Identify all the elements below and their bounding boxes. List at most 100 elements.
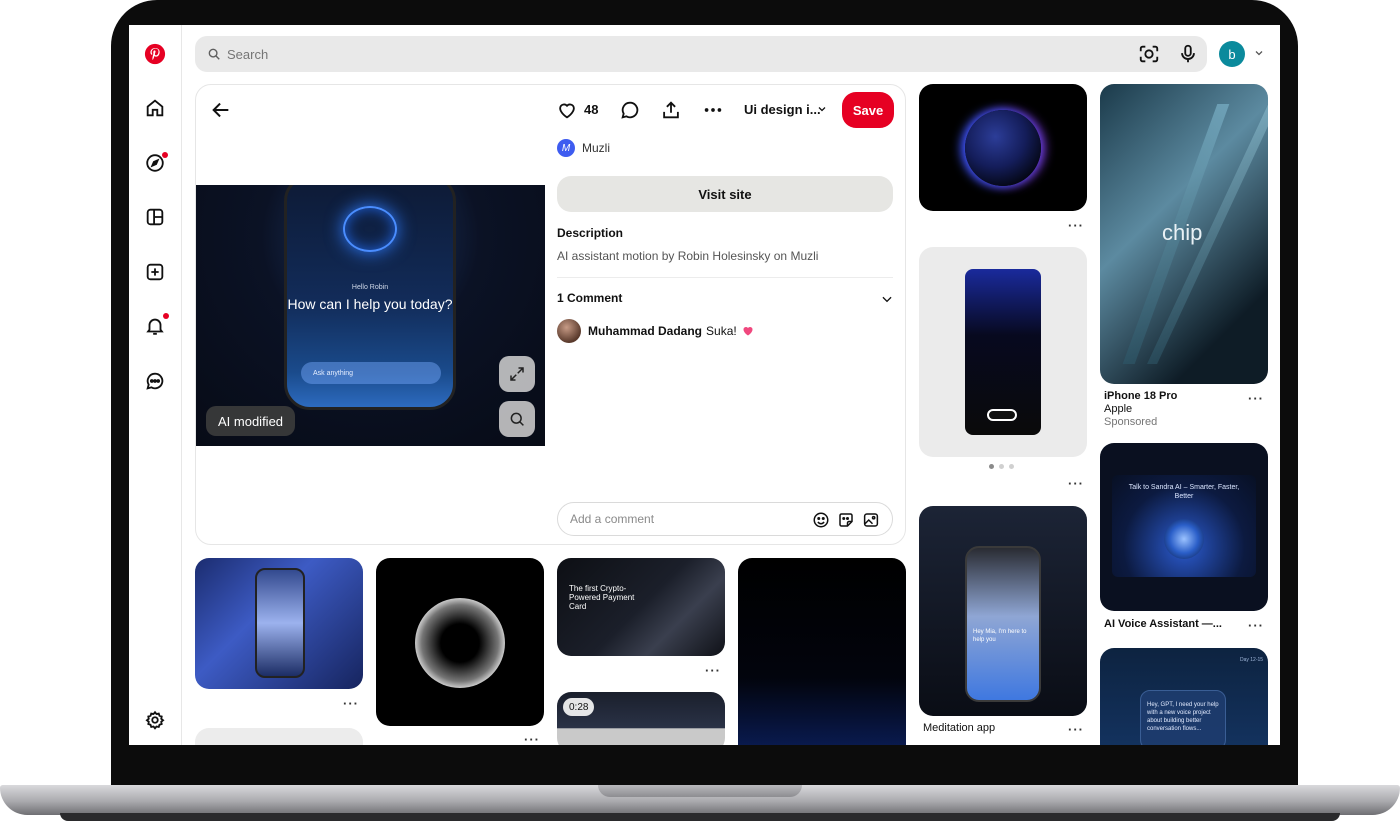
author-name[interactable]: Muzli xyxy=(582,141,610,155)
more-options-icon[interactable]: ··· xyxy=(524,732,540,745)
comment-text: Suka! xyxy=(706,324,737,338)
more-options-icon[interactable]: ··· xyxy=(1248,391,1264,406)
pinterest-logo-icon[interactable] xyxy=(142,41,168,67)
explore-notification-dot xyxy=(162,152,168,158)
pinterest-window: Search b Hello Robin How can I help you … xyxy=(129,25,1280,745)
phone-ask-field: Ask anything xyxy=(301,362,441,384)
gpt-message-card: Hey, GPT, I need your help with a new vo… xyxy=(1140,690,1226,745)
heart-emoji-icon xyxy=(743,327,753,336)
emoji-icon[interactable] xyxy=(812,511,830,529)
more-options-icon[interactable]: ··· xyxy=(343,696,359,711)
comment-placeholder: Add a comment xyxy=(570,512,655,526)
voice-screen: Talk to Sandra AI – Smarter, Faster, Bet… xyxy=(1112,475,1256,577)
lens-search-icon xyxy=(510,412,524,426)
blue-phone-graphic xyxy=(255,568,305,678)
voice-assistant-pin[interactable]: Talk to Sandra AI – Smarter, Faster, Bet… xyxy=(1100,443,1268,611)
messages-icon[interactable] xyxy=(142,368,168,394)
laptop-notch xyxy=(598,785,802,797)
phone-greeting: Hello Robin xyxy=(351,284,389,291)
heart-icon[interactable] xyxy=(556,99,578,121)
more-options-icon[interactable]: ··· xyxy=(1068,218,1084,233)
ai-orb xyxy=(343,206,397,252)
voice-orb xyxy=(1164,519,1204,559)
explore-icon[interactable] xyxy=(142,150,168,176)
chevron-down-icon[interactable] xyxy=(816,103,828,115)
home-icon[interactable] xyxy=(142,95,168,121)
meditation-greeting: Hey Mia, I'm here to help you xyxy=(973,629,1027,643)
meditation-phone: Hey Mia, I'm here to help you xyxy=(965,546,1041,702)
comments-heading[interactable]: 1 Comment xyxy=(557,291,622,305)
boards-icon[interactable] xyxy=(142,204,168,230)
sticker-icon[interactable] xyxy=(837,511,855,529)
search-bar[interactable]: Search xyxy=(195,36,1207,72)
ai-modified-badge[interactable]: AI modified xyxy=(206,406,296,436)
expand-icon xyxy=(510,367,524,381)
phone-mockup: Hello Robin How can I help you today? As… xyxy=(284,185,456,410)
grey-pin[interactable] xyxy=(195,728,363,745)
visual-search-button[interactable] xyxy=(499,401,535,437)
particle-sphere xyxy=(415,598,505,688)
create-icon[interactable] xyxy=(142,259,168,285)
crypto-headline: The first Crypto-Powered Payment Card xyxy=(569,584,635,611)
description-heading: Description xyxy=(557,226,624,240)
comment-icon[interactable] xyxy=(619,99,641,121)
crypto-card-pin[interactable]: The first Crypto-Powered Payment Card xyxy=(557,558,725,656)
more-options-icon[interactable]: ··· xyxy=(705,663,721,678)
iphone-ad-pin[interactable]: chip xyxy=(1100,84,1268,384)
ad-title[interactable]: iPhone 18 Pro xyxy=(1104,390,1177,402)
chevron-down-icon[interactable] xyxy=(1253,47,1265,59)
settings-icon[interactable] xyxy=(142,707,168,733)
carousel-dots[interactable] xyxy=(989,464,1014,469)
notifications-icon[interactable] xyxy=(142,313,169,339)
gpt-message: Hey, GPT, I need your help with a new vo… xyxy=(1147,702,1219,732)
sphere-pin[interactable] xyxy=(919,84,1087,211)
pin-detail-card: Hello Robin How can I help you today? As… xyxy=(195,84,906,545)
comment-author[interactable]: Muhammad Dadang xyxy=(588,324,702,338)
phone-pill xyxy=(987,409,1017,421)
search-icon xyxy=(208,48,220,60)
sponsored-label: Sponsored xyxy=(1104,416,1158,428)
image-upload-icon[interactable] xyxy=(862,511,880,529)
blue-gradient-pin[interactable] xyxy=(738,558,906,745)
ad-advertiser[interactable]: Apple xyxy=(1104,403,1132,415)
pin-action-bar: 48 Ui design i... Save xyxy=(556,92,896,128)
microphone-icon[interactable] xyxy=(1177,43,1199,65)
visit-site-button[interactable]: Visit site xyxy=(557,176,893,212)
description-text: AI assistant motion by Robin Holesinsky … xyxy=(557,249,819,263)
share-icon[interactable] xyxy=(660,99,682,121)
phone-graphic xyxy=(965,269,1041,435)
pin-author[interactable]: M Muzli xyxy=(557,139,610,157)
phone-headline: How can I help you today? xyxy=(287,296,453,312)
laptop-feet xyxy=(60,813,1340,821)
avatar[interactable]: b xyxy=(1219,41,1245,67)
like-count: 48 xyxy=(584,102,599,117)
notifications-dot xyxy=(163,313,169,319)
divider xyxy=(557,277,893,278)
back-arrow-icon[interactable] xyxy=(210,99,232,121)
search-input[interactable]: Search xyxy=(227,47,268,62)
meditation-pin[interactable]: Hey Mia, I'm here to help you xyxy=(919,506,1087,716)
chevron-down-icon[interactable] xyxy=(880,292,894,306)
board-selector[interactable]: Ui design i... xyxy=(744,102,821,117)
more-options-icon[interactable] xyxy=(702,99,724,121)
comment-input[interactable]: Add a comment xyxy=(557,502,893,536)
particle-sphere-pin[interactable] xyxy=(376,558,544,726)
voice-title[interactable]: AI Voice Assistant —... xyxy=(1104,618,1222,630)
video-pin[interactable]: 0:28 xyxy=(557,692,725,745)
visual-search-icon[interactable] xyxy=(1138,43,1160,65)
expand-button[interactable] xyxy=(499,356,535,392)
comment-item: Muhammad Dadang Suka! xyxy=(557,319,754,343)
meditation-title[interactable]: Meditation app xyxy=(923,722,995,734)
blue-phone-pin[interactable] xyxy=(195,558,363,689)
pin-image[interactable]: Hello Robin How can I help you today? As… xyxy=(196,185,545,446)
author-avatar: M xyxy=(557,139,575,157)
gpt-voice-pin[interactable]: Day 12-15 Hey, GPT, I need your help wit… xyxy=(1100,648,1268,745)
more-options-icon[interactable]: ··· xyxy=(1068,722,1084,737)
sphere-graphic xyxy=(965,110,1041,186)
more-options-icon[interactable]: ··· xyxy=(1068,476,1084,491)
phone-mockup-pin[interactable] xyxy=(919,247,1087,457)
commenter-avatar[interactable] xyxy=(557,319,581,343)
sidebar xyxy=(129,25,182,745)
save-button[interactable]: Save xyxy=(842,92,894,128)
more-options-icon[interactable]: ··· xyxy=(1248,618,1264,633)
